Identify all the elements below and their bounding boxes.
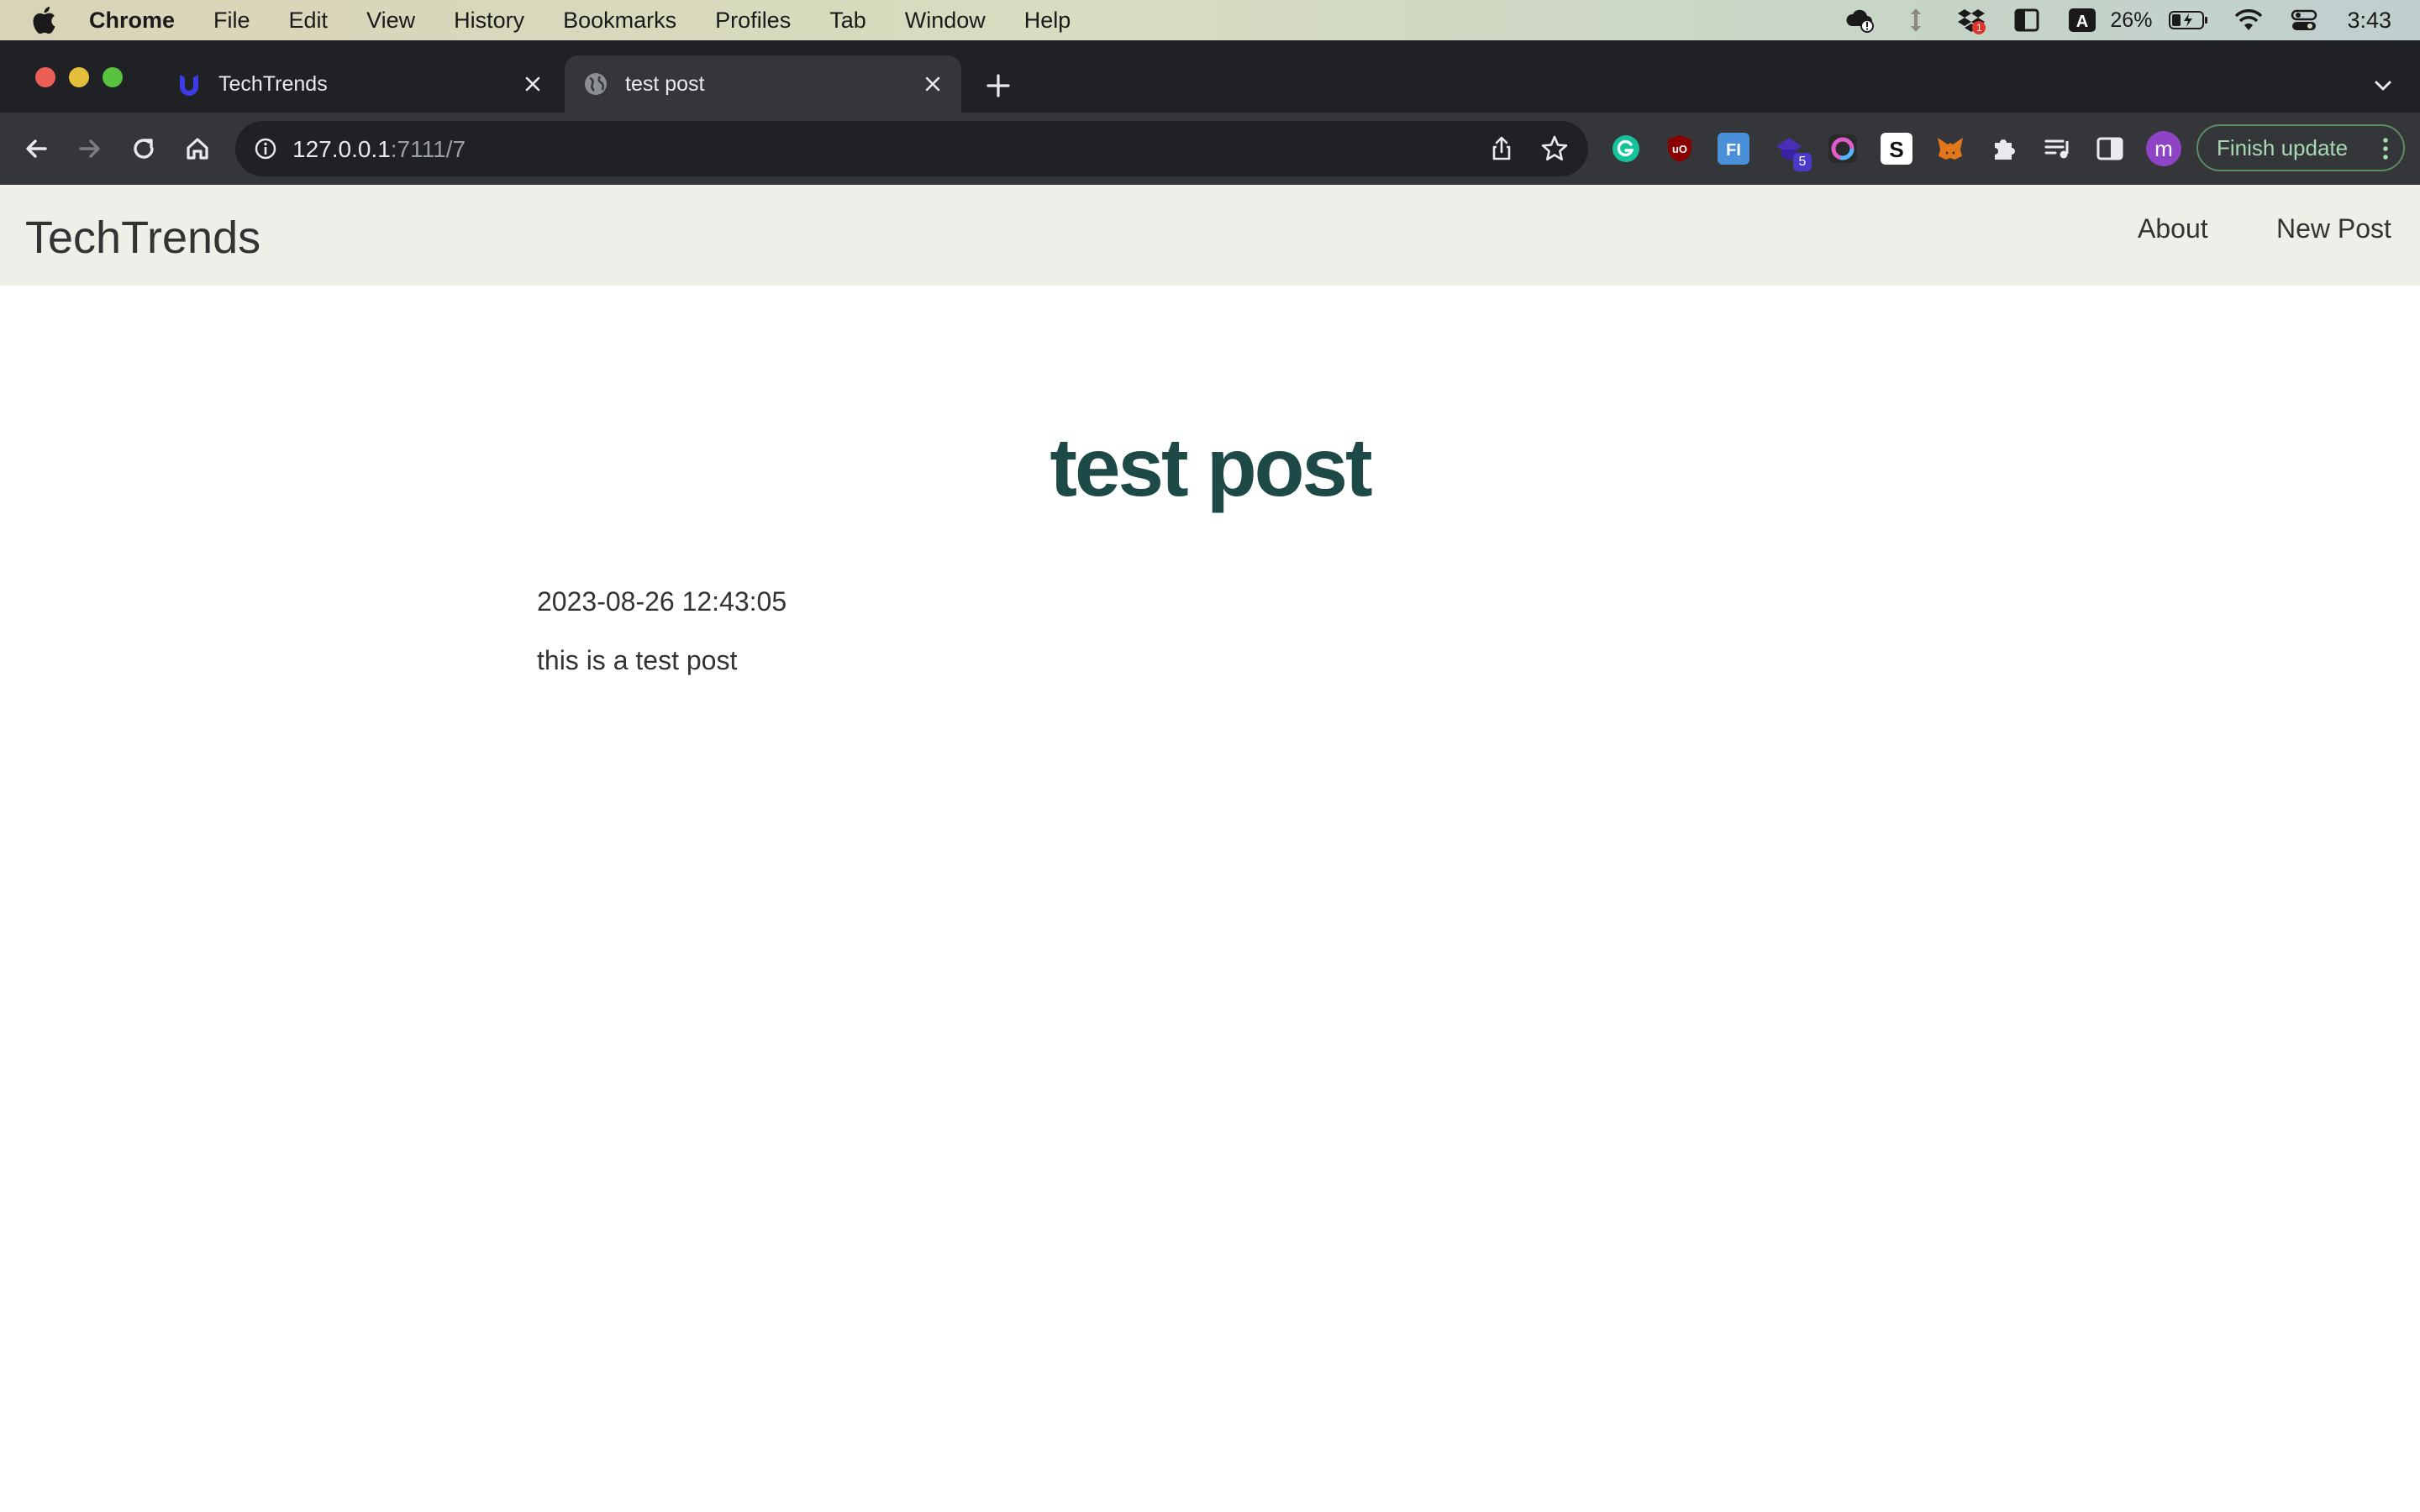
forward-arrow-icon[interactable] [72, 131, 108, 166]
menu-tab[interactable]: Tab [829, 8, 866, 34]
close-icon[interactable] [921, 72, 944, 96]
menu-view[interactable]: View [366, 8, 415, 34]
tab-test-post[interactable]: test post [565, 55, 961, 113]
side-panel-icon[interactable] [2094, 133, 2126, 165]
menu-profiles[interactable]: Profiles [715, 8, 791, 34]
media-controls-icon[interactable] [2042, 133, 2074, 165]
battery-icon[interactable] [2169, 4, 2209, 36]
tab-title: TechTrends [218, 71, 328, 96]
menu-app-name[interactable]: Chrome [89, 8, 175, 34]
profile-avatar[interactable]: m [2146, 131, 2181, 166]
cloud-warning-icon[interactable] [1844, 4, 1876, 36]
tab-search-chevron-icon[interactable] [2370, 72, 2396, 99]
ublock-extension-icon[interactable]: uO [1664, 133, 1696, 165]
status-area: 1 A 26% 3:43 [1833, 0, 2420, 40]
purple-extension-icon[interactable]: 5 [1773, 133, 1812, 171]
share-icon[interactable] [1487, 134, 1516, 163]
menu-bookmarks[interactable]: Bookmarks [563, 8, 676, 34]
home-icon[interactable] [180, 131, 215, 166]
tab-techtrends[interactable]: TechTrends [158, 55, 561, 113]
window-close-button[interactable] [35, 67, 55, 87]
kebab-menu-icon[interactable] [2380, 136, 2391, 161]
reload-icon[interactable] [126, 131, 161, 166]
nav-about-link[interactable]: About [2138, 213, 2208, 244]
fi-extension-icon[interactable]: FI [1718, 133, 1749, 165]
url-path: :7111/7 [390, 136, 466, 162]
nav-new-post-link[interactable]: New Post [2276, 213, 2391, 244]
bookmark-star-icon[interactable] [1539, 134, 1570, 164]
site-info-icon[interactable] [252, 135, 279, 162]
udacity-icon [180, 75, 198, 96]
menu-window[interactable]: Window [905, 8, 986, 34]
dropbox-icon[interactable]: 1 [1955, 4, 1987, 36]
site-navbar [0, 185, 2420, 286]
svg-text:FI: FI [1726, 141, 1741, 160]
metamask-fox-icon[interactable] [1934, 133, 1966, 165]
close-icon[interactable] [521, 72, 544, 96]
url-text[interactable]: 127.0.0.1:7111/7 [292, 136, 466, 163]
window-minimize-button[interactable] [69, 67, 89, 87]
svg-text:uO: uO [1672, 143, 1687, 155]
post-date: 2023-08-26 12:43:05 [537, 586, 787, 617]
menu-edit[interactable]: Edit [289, 8, 329, 34]
menu-history[interactable]: History [454, 8, 524, 34]
post-body: this is a test post [537, 645, 738, 675]
s-extension-icon[interactable]: S [1881, 133, 1912, 165]
svg-text:S: S [1889, 137, 1903, 162]
color-ring-extension-icon[interactable] [1827, 133, 1859, 165]
address-bar[interactable]: 127.0.0.1:7111/7 [235, 121, 1588, 176]
sidebar-toggle-icon[interactable] [2011, 4, 2043, 36]
battery-percent: 26% [2110, 8, 2153, 32]
back-arrow-icon[interactable] [18, 131, 54, 166]
post-title: test post [1050, 421, 1372, 513]
finish-update-button[interactable]: Finish update [2196, 124, 2405, 171]
tab-title: test post [625, 71, 705, 96]
url-host: 127.0.0.1 [292, 136, 391, 162]
macos-menu-bar: Chrome File Edit View History Bookmarks … [0, 0, 2420, 40]
wifi-icon[interactable] [2233, 4, 2265, 36]
extension-badge: 5 [1793, 153, 1812, 171]
control-center-icon[interactable] [2288, 4, 2320, 36]
avatar-letter: m [2154, 135, 2173, 161]
window-zoom-button[interactable] [103, 67, 123, 87]
svg-text:A: A [2076, 13, 2088, 31]
grammarly-extension-icon[interactable] [1610, 133, 1642, 165]
globe-icon [585, 73, 607, 95]
new-tab-plus-icon[interactable] [983, 71, 1013, 101]
clock[interactable]: 3:43 [2347, 8, 2391, 34]
extensions-puzzle-icon[interactable] [1988, 133, 2020, 165]
menu-file[interactable]: File [213, 8, 250, 34]
apple-logo-icon[interactable] [29, 3, 62, 37]
site-brand[interactable]: TechTrends [25, 212, 260, 264]
input-source-icon[interactable]: A [2066, 4, 2098, 36]
menu-help[interactable]: Help [1024, 8, 1071, 34]
finish-update-label: Finish update [2217, 134, 2349, 160]
sync-arrows-icon[interactable] [1900, 4, 1932, 36]
